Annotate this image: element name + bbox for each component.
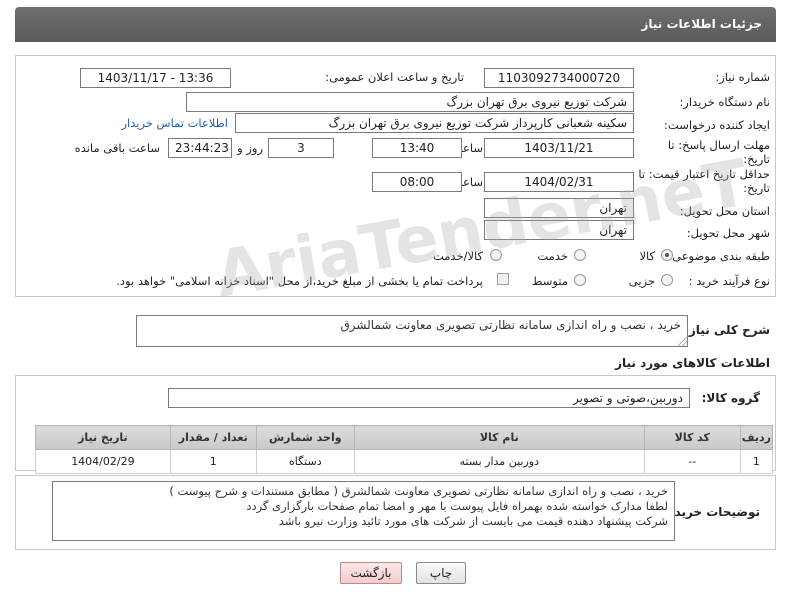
cell-row: 1	[739, 449, 774, 474]
deadline-date-field[interactable]: 1403/11/21	[484, 138, 634, 158]
goods-table-header: ردیف کد کالا نام کالا واحد شمارش تعداد /…	[35, 425, 774, 450]
validity-label: حداقل تاریخ اعتبار قیمت: تا تاریخ:	[638, 167, 770, 195]
deadline-time-field[interactable]: 13:40	[372, 138, 462, 158]
goods-table: ردیف کد کالا نام کالا واحد شمارش تعداد /…	[35, 425, 774, 474]
print-button[interactable]: چاپ	[416, 562, 466, 584]
panel-header: جزئیات اطلاعات نیاز	[15, 7, 776, 42]
creator-label: ایجاد کننده درخواست:	[664, 118, 770, 132]
resize-grip[interactable]	[678, 337, 687, 346]
col-unit: واحد شمارش	[255, 425, 355, 450]
cell-need-date: 1404/02/29	[35, 449, 171, 474]
purchase-radio-minor[interactable]	[661, 274, 673, 286]
goods-group-field[interactable]: دوربین،صوتی و تصویر	[168, 388, 690, 408]
summary-textarea[interactable]: خرید ، نصب و راه اندازی سامانه نظارتی تص…	[136, 315, 688, 347]
col-code: کد کالا	[643, 425, 741, 450]
category-radio-goods[interactable]	[661, 249, 673, 261]
col-row: ردیف	[739, 425, 774, 450]
buyer-note-line-1: خرید ، نصب و راه اندازی سامانه نظارتی تص…	[169, 484, 668, 498]
purchase-option-medium: متوسط	[531, 274, 568, 288]
cell-quantity: 1	[169, 449, 257, 474]
cell-unit: دستگاه	[255, 449, 355, 474]
buyer-org-label: نام دستگاه خریدار:	[679, 95, 770, 109]
buyer-notes-textarea[interactable]: خرید ، نصب و راه اندازی سامانه نظارتی تص…	[52, 481, 675, 541]
city-label: شهر محل تحویل:	[686, 226, 770, 240]
province-label: استان محل تحویل:	[679, 204, 770, 218]
announce-label: تاریخ و ساعت اعلان عمومی:	[325, 70, 464, 84]
category-radio-service[interactable]	[574, 249, 586, 261]
category-option-goods: کالا	[639, 249, 655, 263]
back-button[interactable]: بازگشت	[340, 562, 402, 584]
days-label: روز و	[237, 141, 263, 155]
buyer-org-field[interactable]: شرکت توزیع نیروی برق تهران بزرگ	[186, 92, 634, 112]
remaining-time-field[interactable]: 23:44:23	[168, 138, 232, 158]
table-row: 1 -- دوربین مدار بسته دستگاه 1 1404/02/2…	[35, 449, 774, 474]
summary-label: شرح کلی نیاز:	[684, 323, 770, 337]
province-field[interactable]: تهران	[484, 198, 634, 218]
goods-info-title: اطلاعات کالاهای مورد نیاز	[615, 356, 770, 370]
goods-group-label: گروه کالا:	[701, 391, 760, 405]
cell-name: دوربین مدار بسته	[353, 449, 645, 474]
remaining-label: ساعت باقی مانده	[74, 141, 160, 155]
category-option-both: کالا/خدمت	[432, 249, 483, 263]
col-need-date: تاریخ نیاز	[35, 425, 171, 450]
need-number-field[interactable]: 1103092734000720	[484, 68, 634, 88]
category-label: طبقه بندی موضوعی:	[668, 249, 770, 263]
col-name: نام کالا	[353, 425, 645, 450]
deadline-label: مهلت ارسال پاسخ: تا تاریخ:	[667, 138, 770, 166]
col-quantity: تعداد / مقدار	[169, 425, 257, 450]
panel-title: جزئیات اطلاعات نیاز	[641, 17, 762, 31]
validity-time-field[interactable]: 08:00	[372, 172, 462, 192]
creator-field[interactable]: سکینه شعبانی کارپرداز شرکت توزیع نیروی ب…	[235, 113, 634, 133]
summary-text: خرید ، نصب و راه اندازی سامانه نظارتی تص…	[340, 318, 681, 332]
days-field[interactable]: 3	[268, 138, 334, 158]
purchase-radio-medium[interactable]	[574, 274, 586, 286]
buyer-note-line-3: شرکت پیشنهاد دهنده قیمت می بایست از شرکت…	[278, 514, 668, 528]
treasury-payment-note: پرداخت تمام یا بخشی از مبلغ خرید،از محل …	[116, 274, 483, 288]
contact-buyer-link[interactable]: اطلاعات تماس خریدار	[121, 116, 228, 130]
cell-code: --	[643, 449, 741, 474]
category-option-service: خدمت	[537, 249, 568, 263]
purchase-option-minor: جزیی	[628, 274, 655, 288]
need-number-label: شماره نیاز:	[715, 70, 770, 84]
category-radio-both[interactable]	[490, 249, 502, 261]
city-field[interactable]: تهران	[484, 220, 634, 240]
purchase-type-label: نوع فرآیند خرید :	[688, 274, 770, 288]
validity-date-field[interactable]: 1404/02/31	[484, 172, 634, 192]
announce-field[interactable]: 1403/11/17 - 13:36	[80, 68, 231, 88]
buyer-note-line-2: لطفا مدارک خواسته شده بهمراه فایل پیوست …	[246, 499, 668, 513]
treasury-payment-checkbox[interactable]	[497, 273, 509, 285]
